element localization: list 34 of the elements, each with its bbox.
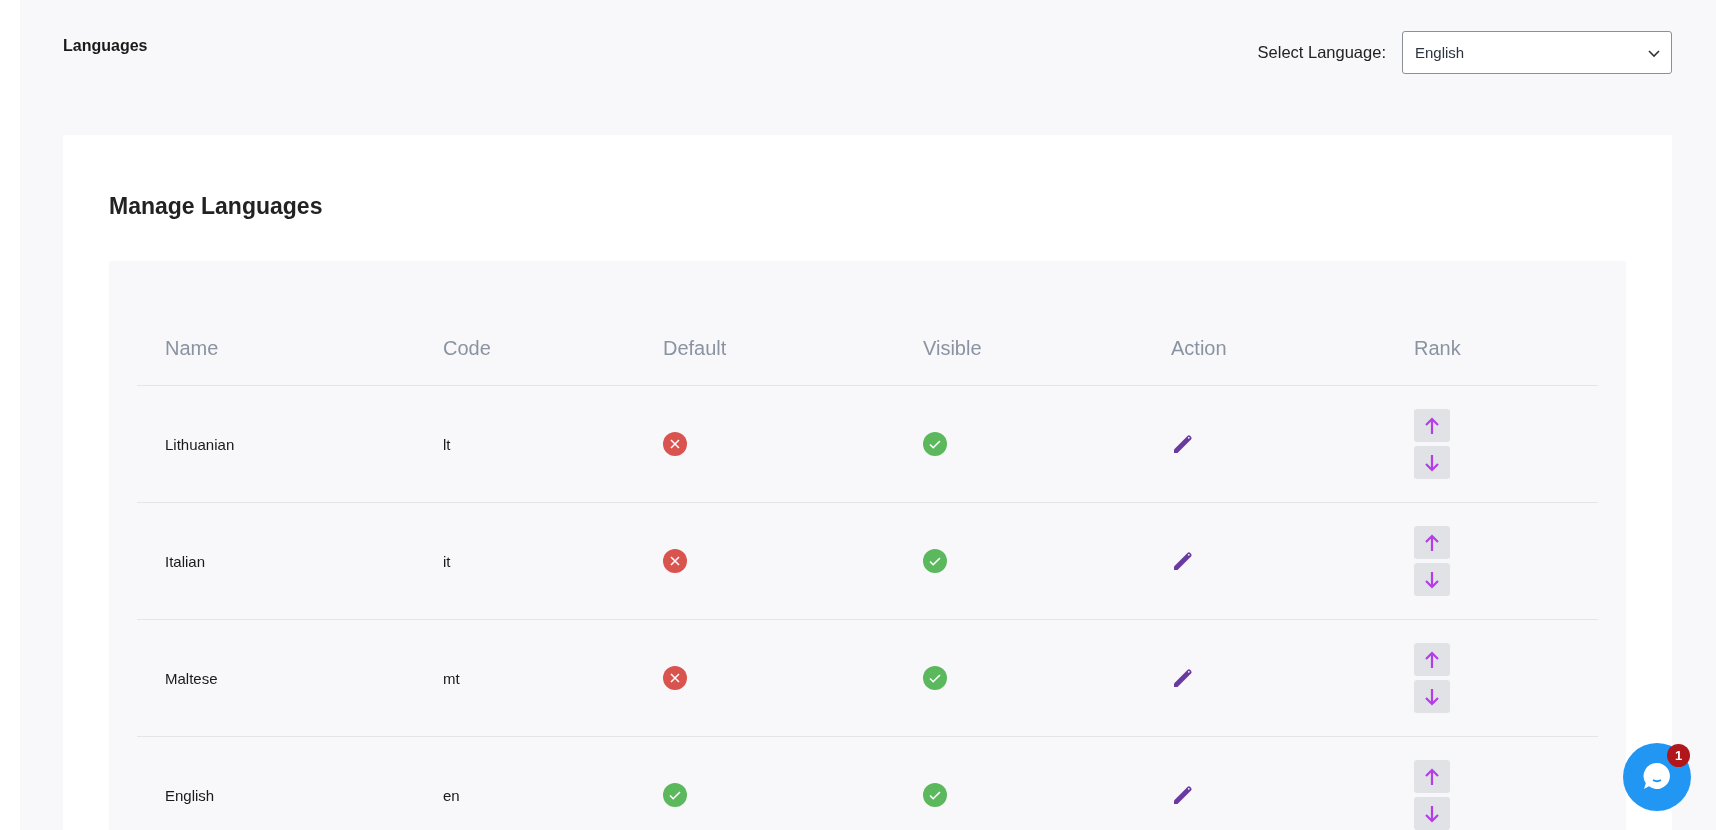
table-cell-text: mt bbox=[443, 669, 461, 687]
table-cell-text: en bbox=[443, 786, 461, 804]
table-cell-text: lt bbox=[443, 435, 452, 453]
arrow-down-icon bbox=[1423, 569, 1441, 590]
column-header: Name bbox=[165, 337, 220, 361]
move-up-button[interactable] bbox=[1414, 643, 1450, 676]
move-down-button[interactable] bbox=[1414, 446, 1450, 479]
page-title: Languages bbox=[63, 37, 148, 55]
language-select[interactable]: English bbox=[1402, 31, 1672, 74]
table-cell-text: Maltese bbox=[165, 669, 219, 687]
table-cell-text: English bbox=[165, 786, 216, 804]
column-header: Visible bbox=[923, 337, 983, 361]
column-header: Default bbox=[663, 337, 728, 361]
column-header: Rank bbox=[1414, 337, 1462, 361]
arrow-up-icon bbox=[1423, 766, 1441, 787]
card-title: Manage Languages bbox=[109, 192, 324, 221]
table-cell-text: it bbox=[443, 552, 452, 570]
arrow-down-icon bbox=[1423, 452, 1441, 473]
arrow-down-icon bbox=[1423, 686, 1441, 707]
arrow-down-icon bbox=[1423, 803, 1441, 824]
move-up-button[interactable] bbox=[1414, 526, 1450, 559]
move-up-button[interactable] bbox=[1414, 760, 1450, 793]
table-cell-text: Lithuanian bbox=[165, 435, 236, 453]
arrow-up-icon bbox=[1423, 415, 1441, 436]
column-header: Action bbox=[1171, 337, 1228, 361]
select-label: Select Language: bbox=[1257, 43, 1386, 62]
arrow-up-icon bbox=[1423, 649, 1441, 670]
move-down-button[interactable] bbox=[1414, 680, 1450, 713]
table-cell-text: Italian bbox=[165, 552, 207, 570]
move-down-button[interactable] bbox=[1414, 563, 1450, 596]
move-down-button[interactable] bbox=[1414, 797, 1450, 830]
move-up-button[interactable] bbox=[1414, 409, 1450, 442]
arrow-up-icon bbox=[1423, 532, 1441, 553]
column-header: Code bbox=[443, 337, 492, 361]
